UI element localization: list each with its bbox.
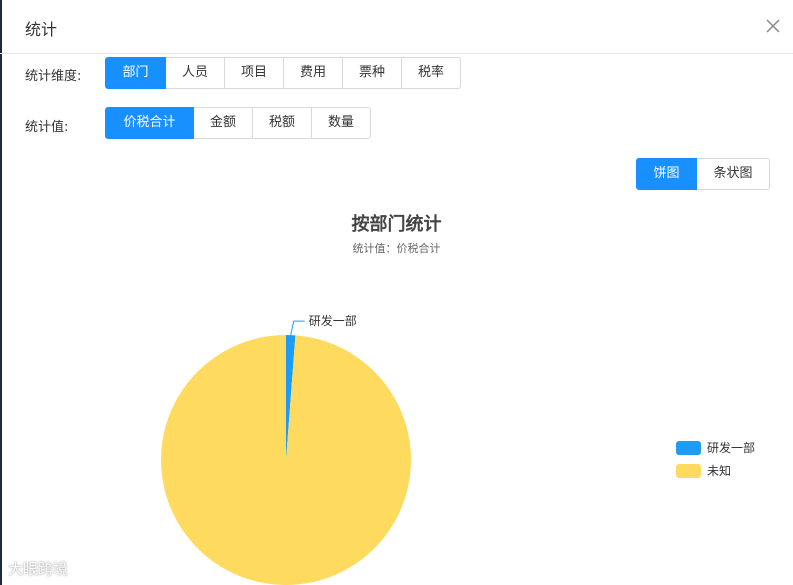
legend-label: 研发一部	[707, 441, 756, 455]
watermark: 大眼跨境	[8, 560, 69, 578]
pie-chart: 研发一部	[160, 313, 411, 585]
statistics-dialog: 统计 统计维度: 部门 人员 项目 费用 票种 税率 统计值: 价税合计 金额 税额 数量 饼图…	[0, 0, 793, 585]
pie-label-line	[290, 320, 305, 336]
legend-swatch	[676, 464, 701, 478]
legend-swatch	[676, 441, 701, 455]
pie-slice-1[interactable]	[160, 335, 411, 585]
legend-label: 未知	[707, 464, 732, 478]
pie-slice-label: 研发一部	[309, 313, 357, 328]
